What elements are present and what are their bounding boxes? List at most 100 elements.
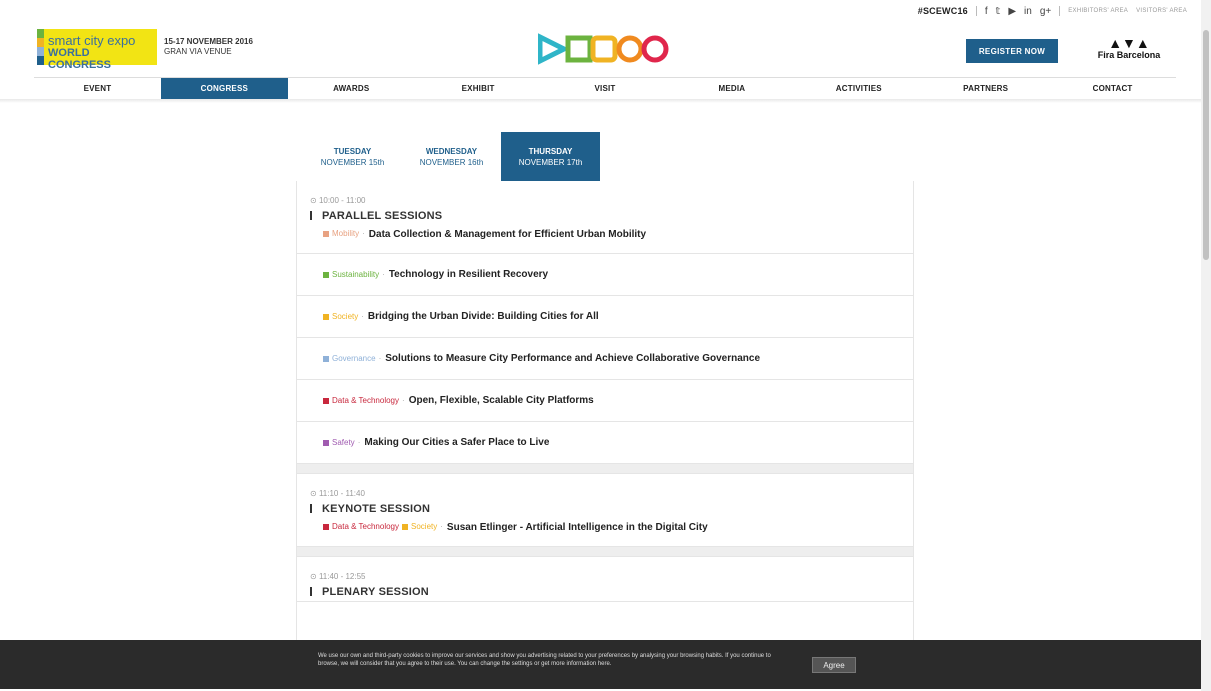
session-title[interactable]: Data Collection & Management for Efficie… xyxy=(369,229,646,240)
scewc-shapes-logo[interactable] xyxy=(537,31,670,72)
tab-day: WEDNESDAY xyxy=(425,146,478,156)
brand-logo[interactable]: smart city expo WORLD CONGRESS xyxy=(37,29,157,71)
topic-tag[interactable]: Mobility xyxy=(323,229,359,238)
tab-thursday[interactable]: THURSDAY NOVEMBER 17th xyxy=(501,132,600,181)
session-title[interactable]: Solutions to Measure City Performance an… xyxy=(385,353,760,364)
title-bar xyxy=(310,211,312,220)
session-item[interactable]: Data & Technology · Open, Flexible, Scalab… xyxy=(297,379,913,421)
agree-button[interactable]: Agree xyxy=(812,657,856,673)
topic-tag[interactable]: Governance xyxy=(323,354,376,363)
session-item[interactable]: Mobility · Data Collection & Management fo… xyxy=(297,225,913,253)
hashtag[interactable]: #SCEWC16 xyxy=(918,6,968,16)
tag-label: Safety xyxy=(332,438,355,447)
topic-tag[interactable]: Society xyxy=(402,522,437,531)
session-item[interactable]: Sustainability · Technology in Resilient R… xyxy=(297,253,913,295)
nav-item-event[interactable]: EVENT xyxy=(34,78,161,99)
topic-tag[interactable]: Data & Technology xyxy=(323,396,399,405)
tab-day: TUESDAY xyxy=(333,146,372,156)
session-title[interactable]: Technology in Resilient Recovery xyxy=(389,269,548,280)
main-nav: EVENT CONGRESS AWARDS EXHIBIT VISIT MEDI… xyxy=(34,77,1176,99)
tag-square-icon xyxy=(323,230,329,237)
session-title[interactable]: Susan Etlinger - Artificial Intelligence… xyxy=(447,522,708,533)
time-text: 10:00 - 11:00 xyxy=(318,196,366,205)
topic-tag[interactable]: Safety xyxy=(323,438,355,447)
register-now-button[interactable]: REGISTER NOW xyxy=(966,39,1058,63)
title-bar xyxy=(310,504,312,513)
fira-icon: ▲▼▲ xyxy=(1108,35,1150,51)
topic-tag[interactable]: Data & Technology xyxy=(323,522,399,531)
schedule-block: ⊙ 11:40 - 12:55 PLENARY SESSION xyxy=(297,557,913,602)
tab-tuesday[interactable]: TUESDAY NOVEMBER 15th xyxy=(303,132,402,181)
top-bar: #SCEWC16 f 𝕥 ▶ in g+ EXHIBITORS' AREA VI… xyxy=(918,4,1187,18)
session-item[interactable]: Governance · Solutions to Measure City Per… xyxy=(297,337,913,379)
session-group-title: KEYNOTE SESSION xyxy=(297,499,913,518)
tag-label: Society xyxy=(411,522,438,531)
nav-item-visit[interactable]: VISIT xyxy=(542,78,669,99)
brand-logo-box: smart city expo WORLD CONGRESS xyxy=(44,29,157,71)
schedule-block: ⊙ 11:10 - 11:40 KEYNOTE SESSION Data & Tec… xyxy=(297,474,913,547)
tag-square-icon xyxy=(323,439,329,446)
tag-square-icon xyxy=(323,271,329,278)
day-tabs: TUESDAY NOVEMBER 15th WEDNESDAY NOVEMBER… xyxy=(303,132,600,181)
visitors-area-link[interactable]: VISITORS' AREA xyxy=(1136,8,1187,14)
tab-date: NOVEMBER 15th xyxy=(320,157,385,167)
session-item[interactable]: Data & Technology Society · Susan Etlinger … xyxy=(297,518,913,546)
cookie-banner: We use our own and third-party cookies t… xyxy=(0,640,1211,689)
youtube-icon[interactable]: ▶ xyxy=(1008,6,1016,17)
clock-icon: ⊙ xyxy=(310,489,319,498)
schedule-list: ⊙ 10:00 - 11:00 PARALLEL SESSIONS Mobility… xyxy=(296,181,914,641)
cookie-message: We use our own and third-party cookies t… xyxy=(318,653,771,667)
scrollbar-thumb[interactable] xyxy=(1203,30,1209,260)
tag-label: Data & Technology xyxy=(332,522,400,531)
tab-day: THURSDAY xyxy=(528,146,573,156)
twitter-icon[interactable]: 𝕥 xyxy=(996,6,1001,17)
page: #SCEWC16 f 𝕥 ▶ in g+ EXHIBITORS' AREA VI… xyxy=(0,0,1211,691)
session-item[interactable]: Safety · Making Our Cities a Safer Place t… xyxy=(297,421,913,463)
tag-label: Governance xyxy=(332,354,376,363)
session-time: ⊙ 10:00 - 11:00 xyxy=(297,181,913,206)
separator-dot: · xyxy=(402,396,405,405)
googleplus-icon[interactable]: g+ xyxy=(1040,6,1051,17)
fira-name: Fira Barcelona xyxy=(1097,50,1161,60)
nav-item-awards[interactable]: AWARDS xyxy=(288,78,415,99)
brand-line2: WORLD CONGRESS xyxy=(48,47,111,71)
page-scrollbar[interactable] xyxy=(1201,0,1211,691)
time-text: 11:10 - 11:40 xyxy=(318,489,365,498)
tag-square-icon xyxy=(323,397,329,404)
session-title[interactable]: Making Our Cities a Safer Place to Live xyxy=(364,437,549,448)
session-item[interactable]: Society · Bridging the Urban Divide: Build… xyxy=(297,295,913,337)
clock-icon: ⊙ xyxy=(310,196,319,205)
nav-item-media[interactable]: MEDIA xyxy=(668,78,795,99)
session-title[interactable]: Bridging the Urban Divide: Building Citi… xyxy=(368,311,599,322)
divider xyxy=(975,6,977,16)
session-time: ⊙ 11:40 - 12:55 xyxy=(297,557,913,582)
session-group-title-text: PLENARY SESSION xyxy=(322,585,429,598)
topic-tag[interactable]: Sustainability xyxy=(323,270,379,279)
session-title[interactable]: Open, Flexible, Scalable City Platforms xyxy=(409,395,594,406)
separator-dot: · xyxy=(357,438,361,447)
time-text: 11:40 - 12:55 xyxy=(318,572,366,581)
linkedin-icon[interactable]: in xyxy=(1024,6,1032,17)
nav-item-activities[interactable]: ACTIVITIES xyxy=(795,78,922,99)
topic-tag[interactable]: Society xyxy=(323,312,358,321)
nav-item-exhibit[interactable]: EXHIBIT xyxy=(415,78,542,99)
fira-barcelona-logo[interactable]: ▲▼▲ Fira Barcelona xyxy=(1082,36,1176,60)
event-dates: 15-17 NOVEMBER 2016 GRAN VIA VENUE xyxy=(164,37,253,57)
clock-icon: ⊙ xyxy=(310,572,319,581)
schedule-gap xyxy=(297,464,913,474)
separator-dot: · xyxy=(440,522,443,531)
session-group-title-text: KEYNOTE SESSION xyxy=(322,502,431,515)
separator-dot: · xyxy=(378,354,382,363)
tag-label: Data & Technology xyxy=(332,396,400,405)
header: smart city expo WORLD CONGRESS 15-17 NOV… xyxy=(0,26,1211,74)
nav-shadow xyxy=(0,99,1211,103)
event-dates-line1: 15-17 NOVEMBER 2016 xyxy=(164,37,253,46)
exhibitors-area-link[interactable]: EXHIBITORS' AREA xyxy=(1068,8,1128,14)
tag-label: Mobility xyxy=(332,229,360,238)
nav-item-partners[interactable]: PARTNERS xyxy=(922,78,1049,99)
nav-item-contact[interactable]: CONTACT xyxy=(1049,78,1176,99)
session-group-title: PLENARY SESSION xyxy=(297,582,913,601)
nav-item-congress[interactable]: CONGRESS xyxy=(160,78,288,99)
tab-wednesday[interactable]: WEDNESDAY NOVEMBER 16th xyxy=(402,132,501,181)
facebook-icon[interactable]: f xyxy=(985,6,988,17)
